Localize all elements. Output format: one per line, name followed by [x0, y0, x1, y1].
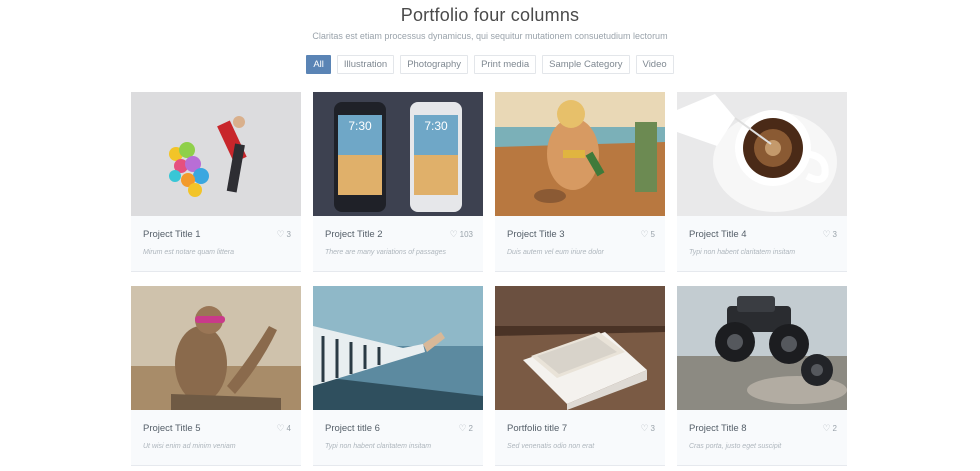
project-description: Cras porta, justo eget suscipit	[689, 443, 782, 450]
project-title[interactable]: Project Title 4	[689, 229, 747, 240]
project-description: Typi non habent claritatem insitam	[325, 443, 432, 450]
like-count: 3	[832, 230, 837, 239]
like-button[interactable]: ♡ 3	[276, 229, 291, 240]
portfolio-card[interactable]: Project title 6 ♡ 2 Typi non habent clar…	[313, 286, 483, 466]
heart-outline-icon: ♡	[822, 423, 831, 433]
card-body: Project Title 3 ♡ 5 Duis autem vel eum i…	[495, 216, 665, 256]
like-count: 5	[650, 230, 655, 239]
project-title[interactable]: Project Title 1	[143, 229, 201, 240]
like-button[interactable]: ♡ 3	[640, 423, 655, 434]
svg-text:7:30: 7:30	[424, 119, 448, 133]
card-body: Project Title 8 ♡ 2 Cras porta, justo eg…	[677, 410, 847, 450]
portfolio-grid: Project Title 1 ♡ 3 Mirum est notare qua…	[131, 92, 848, 466]
like-count: 2	[832, 424, 837, 433]
page-title: Portfolio four columns	[400, 5, 580, 25]
project-description: Ut wisi enim ad minim veniam	[143, 443, 236, 450]
project-description: Typi non habent claritatem insitam	[689, 249, 796, 256]
like-button[interactable]: ♡ 4	[276, 423, 291, 434]
project-title[interactable]: Project Title 5	[143, 423, 201, 434]
card-body: Project Title 5 ♡ 4 Ut wisi enim ad mini…	[131, 410, 301, 450]
project-thumbnail[interactable]	[495, 92, 665, 216]
like-button[interactable]: ♡ 5	[640, 229, 655, 240]
card-body: Project Title 2 ♡ 103 There are many var…	[313, 216, 483, 256]
filter-all[interactable]: All	[306, 55, 331, 74]
page-header: Portfolio four columns Claritas est etia…	[0, 0, 980, 41]
portfolio-card[interactable]: Project Title 1 ♡ 3 Mirum est notare qua…	[131, 92, 301, 272]
heart-outline-icon: ♡	[640, 229, 649, 239]
like-count: 3	[650, 424, 655, 433]
like-count: 4	[286, 424, 291, 433]
heart-outline-icon: ♡	[276, 423, 285, 433]
like-count: 103	[459, 230, 473, 239]
filter-sample-category[interactable]: Sample Category	[542, 55, 630, 74]
svg-text:7:30: 7:30	[348, 119, 372, 133]
heart-outline-icon: ♡	[449, 229, 458, 239]
project-thumbnail[interactable]: 7:30 7:30	[313, 92, 483, 216]
portfolio-card[interactable]: Project Title 3 ♡ 5 Duis autem vel eum i…	[495, 92, 665, 272]
page-subtitle: Claritas est etiam processus dynamicus, …	[312, 31, 668, 41]
project-title[interactable]: Portfolio title 7	[507, 423, 567, 434]
project-description: Duis autem vel eum iriure dolor	[507, 249, 604, 256]
like-button[interactable]: ♡ 2	[458, 423, 473, 434]
project-thumbnail[interactable]	[677, 286, 847, 410]
card-body: Project Title 1 ♡ 3 Mirum est notare qua…	[131, 216, 301, 256]
filter-photography[interactable]: Photography	[400, 55, 469, 74]
like-button[interactable]: ♡ 3	[822, 229, 837, 240]
like-button[interactable]: ♡ 2	[822, 423, 837, 434]
project-thumbnail[interactable]	[131, 286, 301, 410]
heart-outline-icon: ♡	[640, 423, 649, 433]
project-thumbnail[interactable]	[495, 286, 665, 410]
filter-print-media[interactable]: Print media	[474, 55, 537, 74]
project-description: Sed venenatis odio non erat	[507, 443, 595, 450]
project-title[interactable]: Project Title 2	[325, 229, 383, 240]
like-button[interactable]: ♡ 103	[449, 229, 473, 240]
card-body: Portfolio title 7 ♡ 3 Sed venenatis odio…	[495, 410, 665, 450]
project-title[interactable]: Project Title 3	[507, 229, 565, 240]
project-thumbnail[interactable]	[131, 92, 301, 216]
portfolio-card[interactable]: Project Title 5 ♡ 4 Ut wisi enim ad mini…	[131, 286, 301, 466]
project-title[interactable]: Project title 6	[325, 423, 380, 434]
project-thumbnail[interactable]	[313, 286, 483, 410]
filter-bar: All Illustration Photography Print media…	[0, 55, 980, 74]
heart-outline-icon: ♡	[458, 423, 467, 433]
like-count: 3	[286, 230, 291, 239]
filter-video[interactable]: Video	[635, 55, 674, 74]
card-body: Project Title 4 ♡ 3 Typi non habent clar…	[677, 216, 847, 256]
filter-illustration[interactable]: Illustration	[336, 55, 395, 74]
portfolio-card[interactable]: Portfolio title 7 ♡ 3 Sed venenatis odio…	[495, 286, 665, 466]
portfolio-card[interactable]: 7:30 7:30 Project Title 2 ♡ 103 There ar…	[313, 92, 483, 272]
heart-outline-icon: ♡	[276, 229, 285, 239]
project-description: Mirum est notare quam littera	[143, 249, 235, 256]
project-thumbnail[interactable]	[677, 92, 847, 216]
portfolio-card[interactable]: Project Title 4 ♡ 3 Typi non habent clar…	[677, 92, 847, 272]
like-count: 2	[468, 424, 473, 433]
portfolio-card[interactable]: Project Title 8 ♡ 2 Cras porta, justo eg…	[677, 286, 847, 466]
project-title[interactable]: Project Title 8	[689, 423, 747, 434]
project-description: There are many variations of passages	[325, 249, 447, 256]
heart-outline-icon: ♡	[822, 229, 831, 239]
card-body: Project title 6 ♡ 2 Typi non habent clar…	[313, 410, 483, 450]
